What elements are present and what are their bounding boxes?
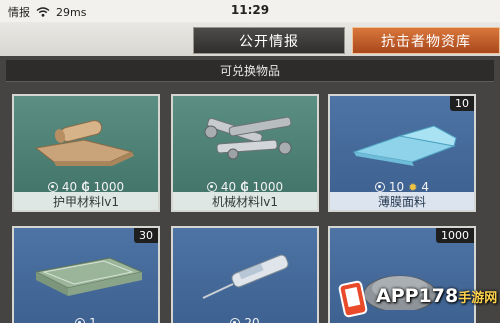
phone-logo-icon <box>338 280 368 318</box>
item-name: 薄膜面料 <box>330 192 474 210</box>
token-coin-icon <box>374 182 385 192</box>
stock-badge: 1000 <box>436 228 474 243</box>
tab-public-intel[interactable]: 公开情报 <box>193 27 345 54</box>
item-card-mechanical-material[interactable]: 40 ₲ 1000 机械材料lv1 <box>171 94 319 212</box>
bolts-icon <box>173 96 317 178</box>
cloth-scroll-icon <box>14 96 158 178</box>
clock: 11:29 <box>230 3 270 17</box>
panel-title: 可兑换物品 <box>6 60 494 82</box>
price-tokens: 20 <box>244 316 260 323</box>
tab-resistance-supply[interactable]: 抗击者物资库 <box>352 27 500 54</box>
token-coin-icon <box>47 182 58 192</box>
watermark-subtext: 手游网 <box>458 291 498 306</box>
status-bar: 情报 29ms 11:29 <box>0 0 500 22</box>
token-coin-icon <box>75 318 86 323</box>
stock-badge: 10 <box>450 96 474 111</box>
item-price: 1 <box>14 314 158 323</box>
item-card-cash[interactable]: 30 1 <box>12 226 160 323</box>
stock-badge: 30 <box>134 228 158 243</box>
item-card-film-fabric[interactable]: 10 10 ✹ 4 薄膜面料 <box>328 94 476 212</box>
syringe-icon <box>173 228 317 310</box>
item-name: 护甲材料lv1 <box>14 192 158 210</box>
item-name: 机械材料lv1 <box>173 192 317 210</box>
watermark-text: APP178 <box>376 285 459 307</box>
price-tokens: 1 <box>89 316 97 323</box>
token-coin-icon <box>230 318 241 323</box>
item-card-armor-material[interactable]: 40 ₲ 1000 护甲材料lv1 <box>12 94 160 212</box>
app178-watermark: APP178手游网 <box>332 279 498 319</box>
token-coin-icon <box>206 182 217 192</box>
item-card-syringe[interactable]: 20 <box>171 226 319 323</box>
item-price: 20 <box>173 314 317 323</box>
